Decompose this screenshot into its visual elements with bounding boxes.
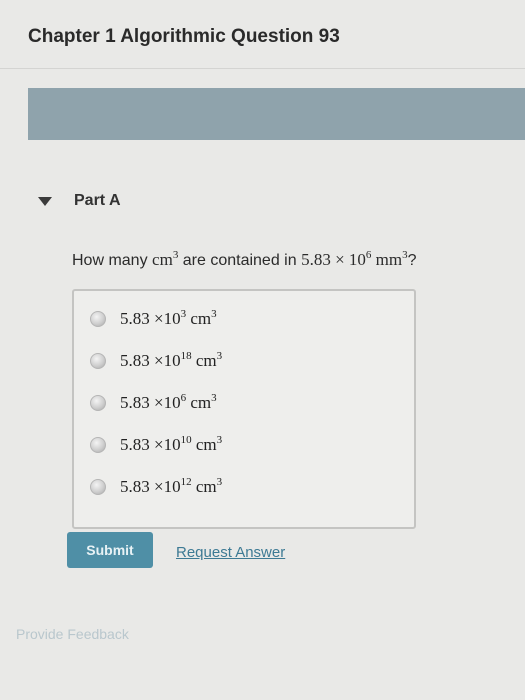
part-a-toggle[interactable]: Part A (38, 192, 121, 210)
provide-feedback-link[interactable]: Provide Feedback (16, 626, 129, 642)
option-label: 5.83 ×1018 cm3 (120, 350, 223, 371)
submit-button[interactable]: Submit (67, 532, 153, 568)
part-label: Part A (74, 192, 121, 209)
radio-button[interactable] (90, 437, 106, 453)
option-label: 5.83 ×1010 cm3 (120, 434, 223, 455)
question-text: How many cm3 are contained in 5.83 × 106… (72, 249, 417, 270)
answer-option[interactable]: 5.83 ×106 cm3 (90, 393, 217, 413)
answer-option[interactable]: 5.83 ×1018 cm3 (90, 351, 222, 371)
radio-button[interactable] (90, 479, 106, 495)
answer-option[interactable]: 5.83 ×1012 cm3 (90, 477, 222, 497)
radio-button[interactable] (90, 353, 106, 369)
option-label: 5.83 ×103 cm3 (120, 308, 217, 329)
page-title: Chapter 1 Algorithmic Question 93 (28, 26, 340, 47)
caret-down-icon (38, 196, 52, 206)
top-divider (0, 68, 525, 69)
answer-option[interactable]: 5.83 ×1010 cm3 (90, 435, 222, 455)
request-answer-link[interactable]: Request Answer (176, 544, 285, 561)
radio-button[interactable] (90, 311, 106, 327)
option-label: 5.83 ×1012 cm3 (120, 476, 223, 497)
header-banner (28, 88, 525, 140)
answer-options-box: 5.83 ×103 cm3 5.83 ×1018 cm3 5.83 ×106 c… (72, 289, 416, 529)
option-label: 5.83 ×106 cm3 (120, 392, 217, 413)
radio-button[interactable] (90, 395, 106, 411)
answer-option[interactable]: 5.83 ×103 cm3 (90, 309, 217, 329)
